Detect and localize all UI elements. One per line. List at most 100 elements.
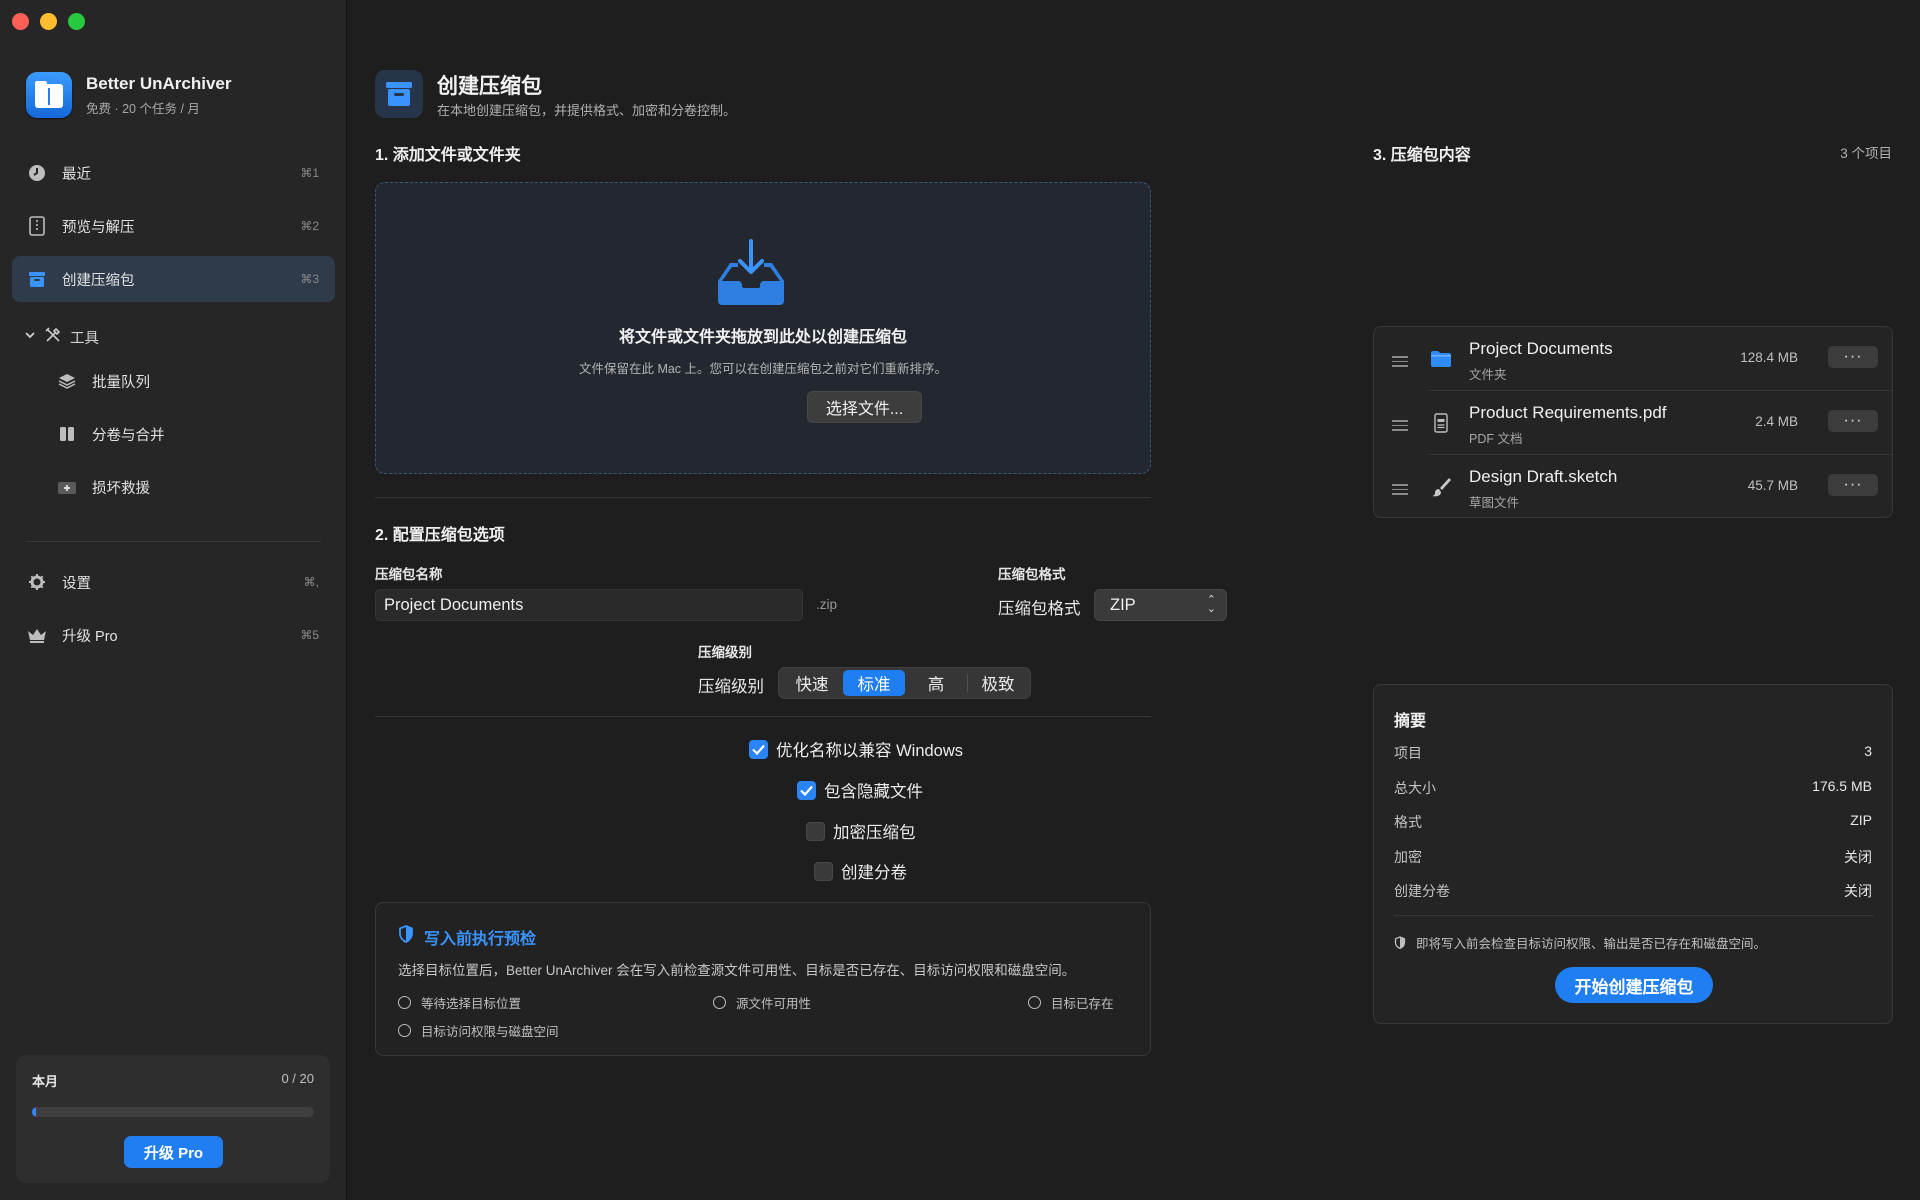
item-count: 3 个项目: [1840, 146, 1892, 161]
option-windows-names[interactable]: 优化名称以兼容 Windows: [749, 737, 963, 761]
archive-format-select[interactable]: ZIP ⌃ ⌄: [1094, 589, 1227, 621]
summary-value: ZIP: [1850, 812, 1872, 828]
section-divider: [375, 497, 1151, 498]
level-fast[interactable]: 快速: [781, 670, 843, 696]
checkbox-unchecked[interactable]: [806, 821, 825, 841]
option-encrypt[interactable]: 加密压缩包: [806, 819, 916, 843]
file-size: 128.4 MB: [1740, 350, 1798, 365]
chevron-up-down-icon: ⌃ ⌄: [1206, 594, 1216, 615]
minimize-window-button[interactable]: [40, 13, 57, 30]
sidebar-item-settings[interactable]: 设置 ⌘,: [12, 559, 335, 605]
sidebar-item-preview-extract[interactable]: 预览与解压 ⌘2: [12, 203, 335, 249]
list-item[interactable]: Design Draft.sketch 草图文件 45.7 MB ···: [1374, 455, 1894, 519]
window-controls: [12, 13, 85, 30]
summary-title: 摘要: [1394, 713, 1427, 730]
summary-key: 加密: [1394, 849, 1422, 865]
sidebar-item-split-merge[interactable]: 分卷与合并: [12, 411, 335, 457]
sidebar-item-create-archive[interactable]: 创建压缩包 ⌘3: [12, 256, 335, 302]
usage-progress-fill: [32, 1107, 37, 1117]
drop-zone-subtitle: 文件保留在此 Mac 上。您可以在创建压缩包之前对它们重新排序。: [578, 362, 948, 376]
more-options-button[interactable]: ···: [1828, 474, 1878, 496]
drop-zone[interactable]: 将文件或文件夹拖放到此处以创建压缩包 文件保留在此 Mac 上。您可以在创建压缩…: [375, 182, 1151, 474]
close-window-button[interactable]: [12, 13, 29, 30]
level-high[interactable]: 高: [905, 670, 967, 696]
list-item[interactable]: Project Documents 文件夹 128.4 MB ···: [1374, 327, 1894, 391]
archive-format-label: 压缩包格式: [998, 567, 1066, 582]
usage-card: 本月 0 / 20 升级 Pro: [16, 1055, 330, 1183]
sidebar-item-label: 分卷与合并: [92, 427, 165, 444]
checkbox-unchecked[interactable]: [814, 861, 833, 881]
compression-level-inline-label: 压缩级别: [698, 678, 764, 696]
start-create-archive-button[interactable]: 开始创建压缩包: [1555, 967, 1713, 1003]
more-options-button[interactable]: ···: [1828, 346, 1878, 368]
file-name: Design Draft.sketch: [1469, 467, 1618, 486]
archive-extension: .zip: [816, 597, 838, 612]
level-standard[interactable]: 标准: [843, 670, 905, 696]
precheck-item-label: 等待选择目标位置: [421, 997, 522, 1011]
checkbox-checked[interactable]: [797, 780, 816, 800]
summary-panel: 摘要 项目 3 总大小 176.5 MB 格式 ZIP 加密 关闭 创建分卷 关闭 即将写…: [1373, 684, 1893, 1024]
option-label: 优化名称以兼容 Windows: [776, 742, 964, 760]
precheck-item: 目标访问权限与磁盘空间: [398, 1021, 559, 1040]
file-name: Product Requirements.pdf: [1469, 403, 1667, 422]
precheck-panel: 写入前执行预检 选择目标位置后，Better UnArchiver 会在写入前检…: [375, 902, 1151, 1056]
app-name: Better UnArchiver: [86, 73, 232, 93]
pdf-icon: [1434, 413, 1448, 433]
precheck-item-label: 目标已存在: [1051, 997, 1114, 1011]
drag-handle-icon[interactable]: [1392, 484, 1408, 498]
sidebar: Better UnArchiver 免费 · 20 个任务 / 月 最近 ⌘1 …: [0, 0, 347, 1200]
summary-divider: [1394, 915, 1874, 916]
more-options-button[interactable]: ···: [1828, 410, 1878, 432]
app-window: Better UnArchiver 免费 · 20 个任务 / 月 最近 ⌘1 …: [0, 0, 1920, 1200]
first-aid-icon: [56, 476, 78, 498]
precheck-title: 写入前执行预检: [424, 931, 537, 948]
archive-contents-list: Project Documents 文件夹 128.4 MB ··· Produ…: [1373, 326, 1894, 519]
app-plan: 免费 · 20 个任务 / 月: [86, 101, 200, 116]
app-header: Better UnArchiver 免费 · 20 个任务 / 月: [26, 72, 232, 118]
file-size: 2.4 MB: [1755, 414, 1798, 429]
sidebar-group-tools[interactable]: 工具: [24, 326, 99, 348]
sidebar-item-repair[interactable]: 损坏救援: [12, 464, 335, 510]
option-split-volumes[interactable]: 创建分卷: [814, 859, 907, 883]
chevron-down-icon: [24, 329, 36, 345]
status-circle-icon: [398, 1024, 411, 1037]
option-include-hidden[interactable]: 包含隐藏文件: [797, 778, 923, 802]
drag-handle-icon[interactable]: [1392, 356, 1408, 370]
summary-row-split: 创建分卷 关闭: [1394, 881, 1872, 901]
section-contents-title: 3. 压缩包内容: [1373, 147, 1471, 164]
sidebar-item-recent[interactable]: 最近 ⌘1: [12, 150, 335, 196]
zip-file-icon: [26, 215, 48, 237]
checkbox-checked[interactable]: [749, 739, 768, 759]
precheck-item-label: 目标访问权限与磁盘空间: [421, 1025, 559, 1039]
option-label: 包含隐藏文件: [824, 783, 923, 801]
option-label: 加密压缩包: [833, 824, 916, 842]
zoom-window-button[interactable]: [68, 13, 85, 30]
sidebar-item-label: 升级 Pro: [62, 628, 118, 645]
summary-note: 即将写入前会检查目标访问权限、输出是否已存在和磁盘空间。: [1394, 933, 1766, 952]
compression-level-label: 压缩级别: [698, 645, 752, 660]
sidebar-item-batch-queue[interactable]: 批量队列: [12, 358, 335, 404]
sidebar-item-label: 预览与解压: [62, 219, 135, 236]
list-item[interactable]: Product Requirements.pdf PDF 文档 2.4 MB ·…: [1374, 391, 1894, 455]
section-divider: [375, 716, 1151, 717]
precheck-item: 目标已存在: [1028, 993, 1114, 1012]
drag-handle-icon[interactable]: [1392, 420, 1408, 434]
upgrade-pro-button[interactable]: 升级 Pro: [124, 1136, 223, 1168]
sidebar-item-label: 创建压缩包: [62, 272, 135, 289]
summary-value: 关闭: [1844, 883, 1872, 899]
sidebar-item-label: 损坏救援: [92, 480, 150, 497]
brush-icon: [1432, 478, 1451, 497]
summary-key: 项目: [1394, 745, 1422, 761]
archive-name-input[interactable]: Project Documents: [375, 589, 803, 621]
shield-icon: [399, 925, 413, 943]
sidebar-item-upgrade[interactable]: 升级 Pro ⌘5: [12, 612, 335, 658]
file-size: 45.7 MB: [1747, 478, 1798, 493]
shortcut-label: ⌘1: [300, 166, 319, 180]
archive-format-inline-label: 压缩包格式: [998, 600, 1081, 618]
drop-zone-title: 将文件或文件夹拖放到此处以创建压缩包: [618, 329, 907, 346]
level-extreme[interactable]: 极致: [968, 670, 1028, 696]
choose-files-button[interactable]: 选择文件...: [807, 391, 922, 423]
page-title: 创建压缩包: [437, 75, 542, 98]
summary-value: 关闭: [1844, 849, 1872, 865]
summary-row-encryption: 加密 关闭: [1394, 847, 1872, 867]
